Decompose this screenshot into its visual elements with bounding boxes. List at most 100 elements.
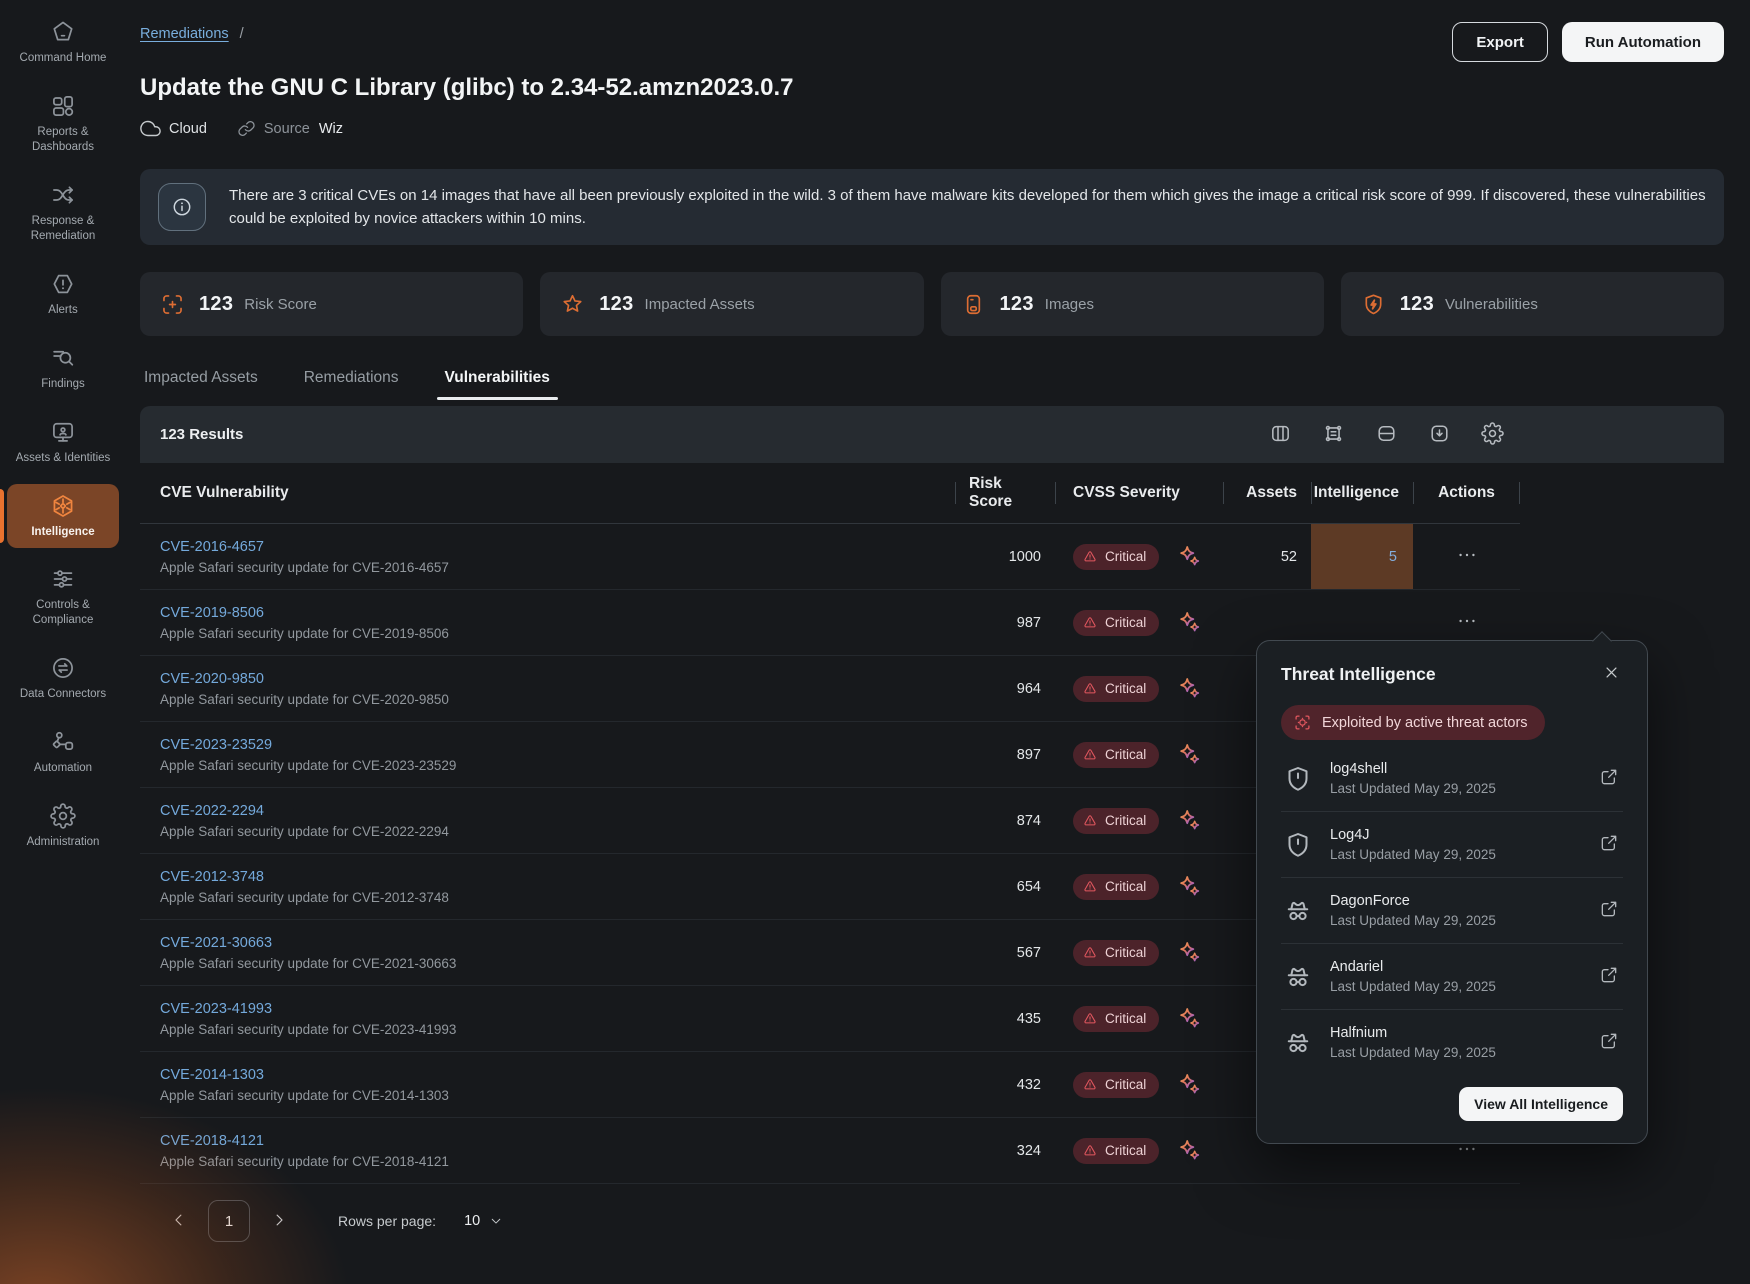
column-header-actions[interactable]: Actions (1413, 463, 1520, 523)
spy-icon (1283, 896, 1313, 926)
actions-cell (1413, 524, 1520, 589)
threat-name: log4shell (1330, 761, 1597, 777)
cve-link[interactable]: CVE-2020-9850 (160, 671, 264, 687)
cve-description: Apple Safari security update for CVE-202… (160, 692, 449, 707)
sidebar-item-alerts[interactable]: Alerts (7, 262, 119, 327)
open-threat-link-button[interactable] (1597, 831, 1621, 858)
shield-alert-icon (1283, 830, 1313, 860)
severity-label: Critical (1105, 747, 1146, 762)
sidebar-item-reports-dashboards[interactable]: Reports & Dashboards (7, 84, 119, 164)
open-threat-link-button[interactable] (1597, 765, 1621, 792)
cve-link[interactable]: CVE-2018-4121 (160, 1133, 264, 1149)
breadcrumb-separator: / (240, 26, 244, 42)
sidebar-item-command-home[interactable]: Command Home (7, 10, 119, 75)
sidebar-item-findings[interactable]: Findings (7, 336, 119, 401)
popover-footer: View All Intelligence (1281, 1087, 1623, 1121)
info-banner-text: There are 3 critical CVEs on 14 images t… (229, 184, 1706, 231)
column-header-assets[interactable]: Assets (1223, 463, 1311, 523)
toolbar-columns-button[interactable] (1269, 422, 1292, 448)
cve-description: Apple Safari security update for CVE-201… (160, 1088, 449, 1103)
cve-description: Apple Safari security update for CVE-202… (160, 1022, 456, 1037)
threat-last-updated: Last Updated May 29, 2025 (1330, 781, 1597, 796)
more-icon (1456, 544, 1478, 566)
column-header-intelligence[interactable]: Intelligence (1311, 463, 1413, 523)
external-link-icon (1599, 899, 1619, 919)
open-threat-link-button[interactable] (1597, 963, 1621, 990)
tab-impacted-assets[interactable]: Impacted Assets (142, 369, 260, 400)
toolbar-table-frame-button[interactable] (1322, 422, 1345, 448)
sidebar-item-label: Automation (34, 761, 92, 776)
cve-link[interactable]: CVE-2022-2294 (160, 803, 264, 819)
cve-link[interactable]: CVE-2023-23529 (160, 737, 272, 753)
close-popover-button[interactable] (1600, 661, 1623, 687)
tab-remediations[interactable]: Remediations (302, 369, 401, 400)
rows-per-page-label: Rows per page: (338, 1213, 436, 1229)
top-bar: Remediations / Export Run Automation (140, 22, 1724, 62)
stat-card-risk-score: 123Risk Score (140, 272, 523, 336)
cvss-severity-cell: Critical (1055, 854, 1223, 919)
open-threat-link-button[interactable] (1597, 1029, 1621, 1056)
external-link-icon (1599, 965, 1619, 985)
threat-intel-item: log4shell Last Updated May 29, 2025 (1281, 746, 1623, 812)
cvss-severity-cell: Critical (1055, 656, 1223, 721)
cvss-severity-cell: Critical (1055, 920, 1223, 985)
sidebar-item-automation[interactable]: Automation (7, 720, 119, 785)
settings-icon (1481, 422, 1504, 445)
breadcrumb: Remediations / (140, 22, 244, 42)
download-icon (1428, 422, 1451, 445)
sidebar-item-label: Reports & Dashboards (10, 125, 116, 155)
chevron-left-icon (170, 1211, 188, 1229)
warning-triangle-icon (1082, 615, 1098, 631)
spy-icon (1283, 962, 1313, 992)
cve-link[interactable]: CVE-2019-8506 (160, 605, 264, 621)
next-page-button[interactable] (266, 1207, 292, 1236)
cve-link[interactable]: CVE-2016-4657 (160, 539, 264, 555)
export-button[interactable]: Export (1452, 22, 1548, 62)
stat-label: Impacted Assets (645, 296, 755, 313)
toolbar-download-button[interactable] (1428, 422, 1451, 448)
sidebar-item-data-connectors[interactable]: Data Connectors (7, 646, 119, 711)
images-icon (961, 292, 986, 317)
cve-link[interactable]: CVE-2021-30663 (160, 935, 272, 951)
warning-triangle-icon (1082, 1143, 1098, 1159)
rows-per-page-select[interactable]: 10 (458, 1212, 509, 1230)
more-actions-button[interactable] (1454, 542, 1480, 571)
breadcrumb-link-remediations[interactable]: Remediations (140, 26, 229, 42)
cvss-severity-cell: Critical (1055, 986, 1223, 1051)
source-value: Wiz (319, 121, 343, 137)
column-header-cve-vulnerability[interactable]: CVE Vulnerability (140, 463, 955, 523)
threat-intel-item: HalfniumLast Updated May 29, 2025 (1281, 1010, 1623, 1075)
previous-page-button[interactable] (166, 1207, 192, 1236)
critical-severity-badge: Critical (1073, 610, 1159, 636)
column-header-risk-score[interactable]: Risk Score (955, 463, 1055, 523)
cve-link[interactable]: CVE-2012-3748 (160, 869, 264, 885)
intelligence-cell[interactable]: 5 (1311, 524, 1413, 589)
run-automation-button[interactable]: Run Automation (1562, 22, 1724, 62)
threat-name: Halfnium (1330, 1025, 1597, 1041)
toolbar-rows-button[interactable] (1375, 422, 1398, 448)
cve-link[interactable]: CVE-2023-41993 (160, 1001, 272, 1017)
risk-score-cell: 964 (955, 656, 1055, 721)
sidebar-item-controls-compliance[interactable]: Controls & Compliance (7, 557, 119, 637)
assets-cell: 52 (1223, 524, 1311, 589)
sidebar-item-assets-identities[interactable]: Assets & Identities (7, 410, 119, 475)
sparkle-icon (1176, 675, 1203, 702)
view-all-intelligence-button[interactable]: View All Intelligence (1459, 1087, 1623, 1121)
risk-score-cell: 874 (955, 788, 1055, 853)
cve-cell: CVE-2016-4657Apple Safari security updat… (140, 524, 955, 589)
tab-vulnerabilities[interactable]: Vulnerabilities (443, 369, 552, 400)
warning-triangle-icon (1082, 1077, 1098, 1093)
cve-link[interactable]: CVE-2014-1303 (160, 1067, 264, 1083)
sidebar-item-label: Findings (41, 377, 84, 392)
open-threat-link-button[interactable] (1597, 897, 1621, 924)
toolbar-settings-button[interactable] (1481, 422, 1504, 448)
risk-score-cell: 654 (955, 854, 1055, 919)
severity-label: Critical (1105, 1143, 1146, 1158)
risk-score-icon (160, 292, 185, 317)
column-header-cvss-severity[interactable]: CVSS Severity (1055, 463, 1223, 523)
more-actions-button[interactable] (1454, 608, 1480, 637)
sidebar-item-administration[interactable]: Administration (7, 794, 119, 859)
sidebar-item-intelligence[interactable]: Intelligence (7, 484, 119, 549)
sidebar-item-response-remediation[interactable]: Response & Remediation (7, 173, 119, 253)
current-page-indicator[interactable]: 1 (208, 1200, 250, 1242)
